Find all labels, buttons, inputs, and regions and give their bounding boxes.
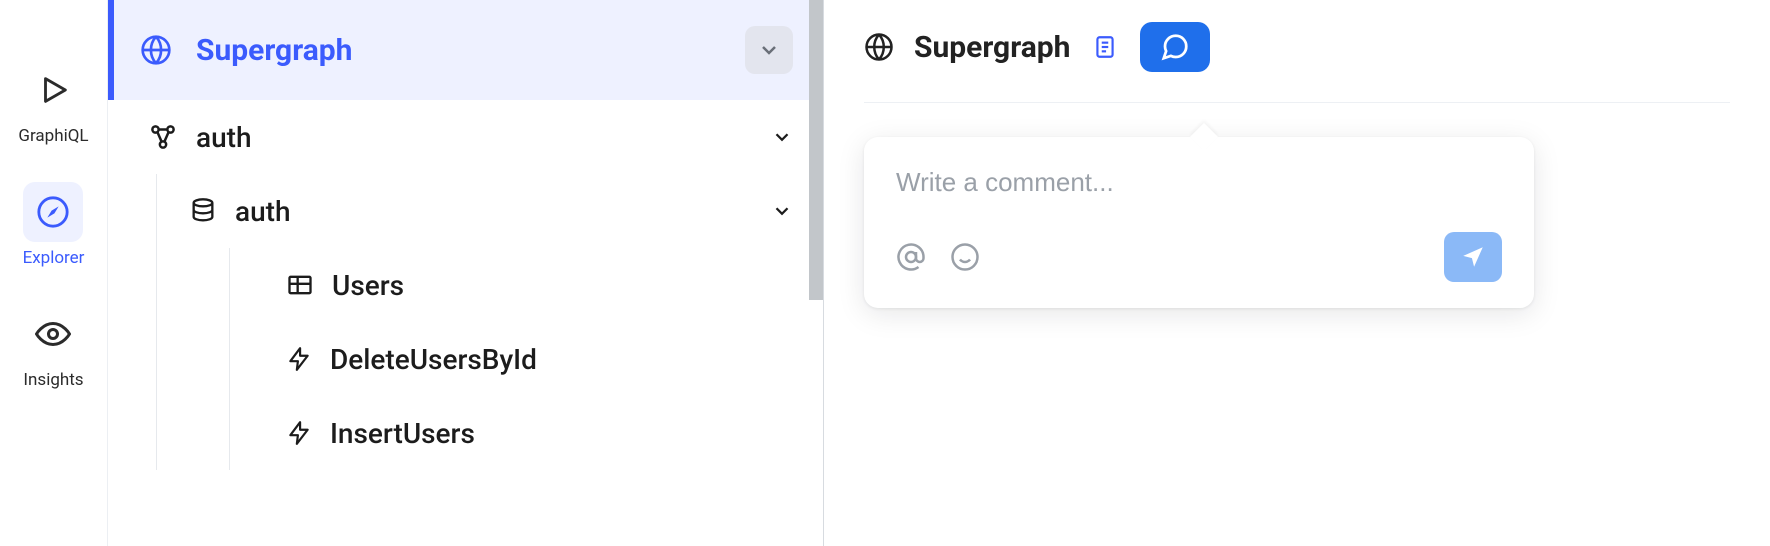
play-icon: [24, 60, 84, 120]
table-icon: [286, 271, 314, 299]
comments-button[interactable]: [1140, 22, 1210, 72]
compass-icon: [23, 182, 83, 242]
emoji-button[interactable]: [950, 242, 980, 272]
chevron-down-icon: [771, 200, 793, 222]
globe-icon: [140, 34, 172, 66]
nav-item-explorer[interactable]: Explorer: [23, 182, 85, 268]
tree-label: Users: [332, 269, 404, 302]
comment-actions: [896, 232, 1502, 282]
nav-item-graphiql[interactable]: GraphiQL: [18, 60, 88, 146]
nav-label: GraphiQL: [18, 126, 88, 146]
tree: auth auth Users: [108, 100, 823, 470]
collapse-button[interactable]: [745, 26, 793, 74]
database-icon: [189, 197, 217, 225]
notes-button[interactable]: [1090, 32, 1120, 62]
detail-title: Supergraph: [914, 30, 1070, 65]
nav-item-insights[interactable]: Insights: [23, 304, 83, 390]
chevron-down-icon: [771, 126, 793, 148]
eye-icon: [23, 304, 83, 364]
mention-button[interactable]: [896, 242, 926, 272]
globe-icon: [864, 32, 894, 62]
chat-icon: [1160, 32, 1190, 62]
tree-label: InsertUsers: [330, 417, 475, 450]
detail-panel: Supergraph: [824, 0, 1770, 546]
tree-item[interactable]: InsertUsers: [286, 396, 793, 470]
project-icon: [148, 122, 178, 152]
at-icon: [896, 242, 926, 272]
send-button[interactable]: [1444, 232, 1502, 282]
send-icon: [1460, 244, 1486, 270]
notes-icon: [1092, 34, 1118, 60]
nav-label: Insights: [23, 370, 83, 390]
left-nav: GraphiQL Explorer Insights: [0, 0, 108, 546]
tree-subgraph-row[interactable]: auth: [148, 100, 793, 174]
scrollbar[interactable]: [809, 0, 823, 300]
comment-input[interactable]: [896, 167, 1502, 198]
action-icon: [286, 420, 312, 446]
detail-header: Supergraph: [864, 22, 1730, 103]
tree-item[interactable]: Users: [286, 248, 793, 322]
smile-icon: [950, 242, 980, 272]
supergraph-title: Supergraph: [196, 33, 352, 68]
comment-composer: [864, 137, 1534, 308]
chevron-down-icon: [757, 38, 781, 62]
nav-label: Explorer: [23, 248, 85, 268]
supergraph-header[interactable]: Supergraph: [108, 0, 823, 100]
tree-label: DeleteUsersById: [330, 343, 537, 376]
tree-datasource-row[interactable]: auth: [189, 174, 793, 248]
explorer-panel: Supergraph auth auth: [108, 0, 824, 546]
tree-item[interactable]: DeleteUsersById: [286, 322, 793, 396]
tree-label: auth: [235, 195, 291, 228]
tree-label: auth: [196, 121, 252, 154]
action-icon: [286, 346, 312, 372]
